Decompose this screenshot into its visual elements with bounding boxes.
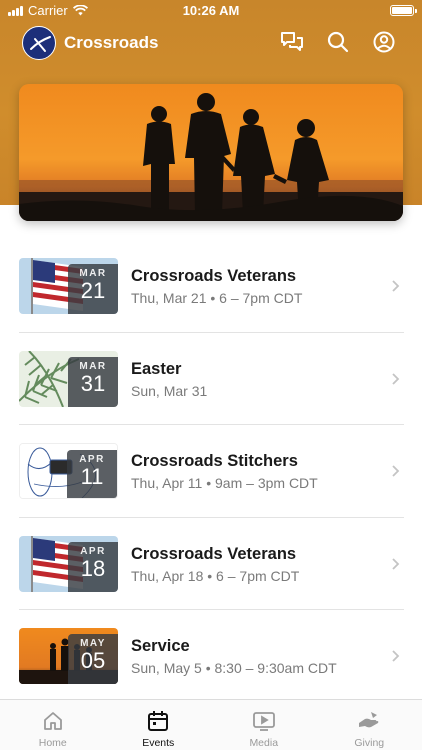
event-day: 05: [80, 648, 106, 673]
hero-image[interactable]: [19, 84, 403, 221]
tab-label: Events: [142, 737, 175, 749]
media-play-icon: [252, 712, 275, 731]
account-icon[interactable]: [372, 30, 396, 54]
event-month: MAR: [79, 268, 107, 279]
tab-giving[interactable]: Giving: [317, 700, 422, 750]
event-title: Easter: [131, 359, 182, 378]
event-row[interactable]: MAR 21 Crossroads Veterans Thu, Mar 21 •…: [0, 240, 422, 333]
event-day: 11: [80, 464, 104, 489]
event-thumbnail: MAR 31: [19, 350, 118, 407]
events-list: MAR 21 Crossroads Veterans Thu, Mar 21 •…: [0, 240, 422, 703]
tab-bar: Home Events Media Giving: [0, 699, 422, 750]
date-badge: APR 11: [67, 450, 117, 498]
tab-media[interactable]: Media: [211, 700, 317, 750]
event-day: 31: [80, 370, 106, 396]
event-thumbnail: APR 11: [19, 443, 118, 499]
app-bar: Crossroads: [0, 26, 422, 62]
event-month: MAY: [80, 638, 106, 649]
status-bar: Carrier 10:26 AM: [0, 0, 422, 22]
date-badge: APR 18: [68, 541, 118, 592]
header-actions: [280, 30, 396, 54]
event-row[interactable]: MAR 31 Easter Sun, Mar 31: [0, 333, 422, 425]
event-subtitle: Thu, Apr 11 • 9am – 3pm CDT: [131, 475, 318, 491]
battery-icon: [390, 5, 417, 16]
date-badge: MAY 05: [68, 634, 118, 684]
event-subtitle: Thu, Apr 18 • 6 – 7pm CDT: [131, 567, 300, 584]
event-row[interactable]: MAY 05 Service Sun, May 5 • 8:30 – 9:30a…: [0, 610, 422, 703]
home-icon: [43, 712, 62, 730]
event-month: MAR: [79, 360, 107, 372]
tab-label: Home: [38, 737, 67, 749]
tab-events[interactable]: Events: [106, 700, 212, 750]
tab-home[interactable]: Home: [0, 700, 106, 750]
event-day: 18: [80, 555, 106, 581]
status-time: 10:26 AM: [182, 3, 240, 18]
event-thumbnail: MAR 21: [19, 258, 118, 314]
crossroads-logo[interactable]: [22, 26, 56, 60]
event-row[interactable]: APR 18 Crossroads Veterans Thu, Apr 18 •…: [0, 518, 422, 610]
tab-label: Media: [249, 737, 279, 749]
event-row[interactable]: APR 11 Crossroads Stitchers Thu, Apr 11 …: [0, 425, 422, 518]
app-title: Crossroads: [64, 33, 159, 52]
event-subtitle: Sun, Mar 31: [131, 382, 208, 399]
event-title: Service: [131, 637, 190, 655]
tab-label: Giving: [354, 737, 385, 749]
event-title: Crossroads Veterans: [131, 267, 297, 285]
chevron-right-icon: [392, 650, 400, 662]
event-subtitle: Thu, Mar 21 • 6 – 7pm CDT: [131, 290, 303, 306]
calendar-icon: [148, 711, 169, 731]
chat-bubbles-icon[interactable]: [280, 30, 304, 54]
event-month: APR: [80, 545, 106, 557]
chevron-right-icon: [392, 372, 400, 385]
event-thumbnail: MAY 05: [19, 628, 118, 684]
search-icon[interactable]: [326, 30, 350, 54]
date-badge: MAR 21: [68, 264, 118, 314]
chevron-right-icon: [392, 465, 400, 477]
event-month: APR: [79, 454, 105, 465]
event-thumbnail: APR 18: [19, 535, 118, 592]
event-subtitle: Sun, May 5 • 8:30 – 9:30am CDT: [131, 660, 337, 676]
date-badge: MAR 31: [68, 356, 118, 407]
chevron-right-icon: [392, 557, 400, 570]
event-title: Crossroads Stitchers: [131, 452, 298, 470]
event-day: 21: [80, 278, 106, 303]
giving-hand-icon: [359, 712, 379, 728]
event-title: Crossroads Veterans: [131, 544, 297, 563]
chevron-right-icon: [392, 280, 400, 292]
